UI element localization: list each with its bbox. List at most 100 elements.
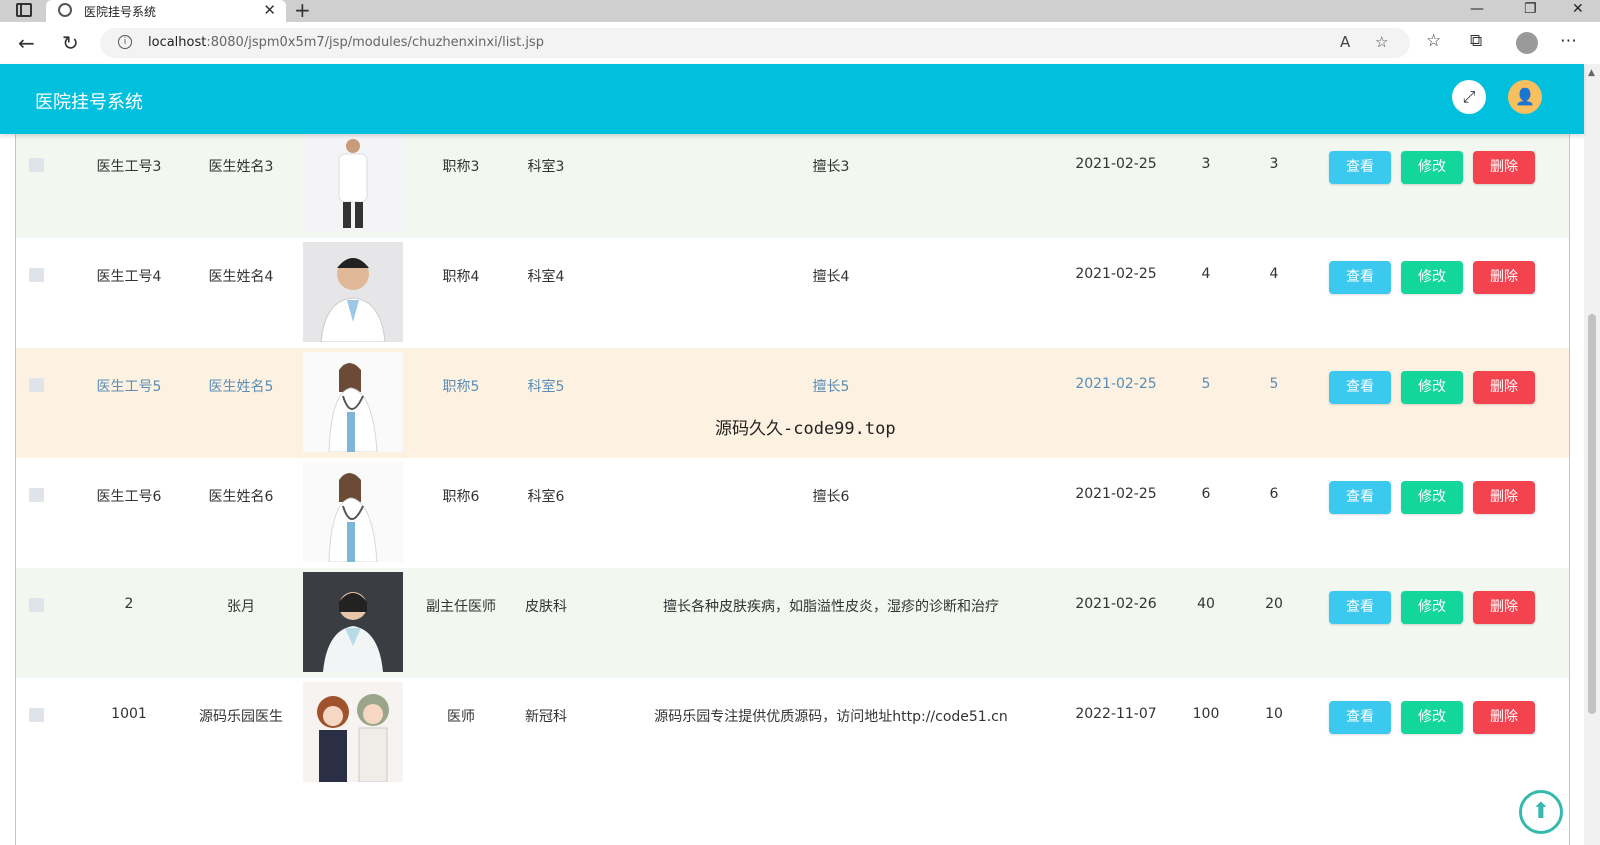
view-button[interactable]: 查看 — [1329, 701, 1391, 734]
count-2: 10 — [1265, 706, 1283, 722]
delete-button[interactable]: 删除 — [1473, 371, 1535, 404]
doctor-specialty: 擅长3 — [812, 159, 850, 175]
tab-actions-icon[interactable] — [16, 3, 32, 17]
count-1: 5 — [1201, 376, 1211, 392]
row-checkbox[interactable] — [29, 488, 44, 502]
edit-button[interactable]: 修改 — [1401, 591, 1463, 624]
table-row: 医生工号4 医生姓名4 职称4 科室4 擅长4 2021-02-25 4 4 查… — [16, 238, 1569, 348]
doctor-department: 科室6 — [527, 489, 565, 505]
doctor-id: 医生工号5 — [96, 379, 162, 395]
doctor-photo-image — [303, 242, 403, 342]
doctor-department: 科室5 — [527, 379, 565, 395]
doctor-specialty: 源码乐园专注提供优质源码，访问地址http://code51.cn — [654, 709, 1008, 725]
row-checkbox[interactable] — [29, 598, 44, 612]
doctor-photo-image — [303, 572, 403, 672]
back-to-top-icon[interactable]: ⬆ — [1519, 790, 1563, 834]
scrollbar[interactable]: ▲ — [1584, 64, 1600, 845]
doctor-title: 副主任医师 — [426, 599, 496, 615]
doctor-department: 科室3 — [527, 159, 565, 175]
count-1: 100 — [1192, 706, 1220, 722]
reload-icon[interactable]: ↻ — [62, 31, 79, 55]
row-checkbox[interactable] — [29, 708, 44, 722]
doctor-department: 科室4 — [527, 269, 565, 285]
edit-button[interactable]: 修改 — [1401, 481, 1463, 514]
favorites-icon[interactable]: ☆ — [1426, 31, 1441, 51]
tab-close-icon[interactable]: ✕ — [263, 1, 276, 19]
doctor-photo — [303, 682, 403, 782]
view-button[interactable]: 查看 — [1329, 151, 1391, 184]
doctor-photo — [303, 242, 403, 342]
scroll-up-icon[interactable]: ▲ — [1588, 68, 1595, 78]
count-2: 3 — [1269, 156, 1279, 172]
view-button[interactable]: 查看 — [1329, 591, 1391, 624]
row-checkbox[interactable] — [29, 378, 44, 392]
restore-icon[interactable]: ❐ — [1524, 1, 1537, 17]
doctor-name: 医生姓名6 — [208, 489, 274, 505]
doctor-specialty: 擅长6 — [812, 489, 850, 505]
add-favorite-icon[interactable]: ☆ — [1375, 33, 1388, 51]
fullscreen-icon[interactable]: ⤢ — [1452, 80, 1486, 114]
content-area: 医生工号2 医生姓名2 职称2 科室2 擅长2 2021-02-25 2 2 查… — [0, 64, 1584, 845]
table-row: 2 张月 副主任医师 皮肤科 擅长各种皮肤疾病，如脂溢性皮炎，湿疹的诊断和治疗 … — [16, 568, 1569, 678]
doctor-id: 2 — [124, 596, 134, 612]
view-button[interactable]: 查看 — [1329, 261, 1391, 294]
doctor-department: 新冠科 — [525, 709, 567, 725]
count-1: 4 — [1201, 266, 1211, 282]
date: 2021-02-25 — [1075, 156, 1157, 172]
doctor-title: 职称6 — [442, 489, 480, 505]
row-checkbox[interactable] — [29, 268, 44, 282]
edit-button[interactable]: 修改 — [1401, 371, 1463, 404]
doctor-id: 1001 — [111, 706, 147, 722]
count-1: 6 — [1201, 486, 1211, 502]
count-1: 3 — [1201, 156, 1211, 172]
edit-button[interactable]: 修改 — [1401, 261, 1463, 294]
view-button[interactable]: 查看 — [1329, 481, 1391, 514]
count-2: 20 — [1265, 596, 1283, 612]
doctor-photo — [303, 132, 403, 232]
table-row: 医生工号5 医生姓名5 职称5 科室5 擅长5 2021-02-25 5 5 查… — [16, 348, 1569, 458]
scroll-thumb[interactable] — [1588, 314, 1596, 714]
doctor-id: 医生工号4 — [96, 269, 162, 285]
delete-button[interactable]: 删除 — [1473, 701, 1535, 734]
doctor-id: 医生工号6 — [96, 489, 162, 505]
table-body: 医生工号2 医生姓名2 职称2 科室2 擅长2 2021-02-25 2 2 查… — [16, 64, 1569, 788]
doctor-photo-image — [303, 352, 403, 452]
doctor-photo — [303, 352, 403, 452]
url-text: localhost:8080/jspm0x5m7/jsp/modules/chu… — [148, 35, 544, 50]
browser-tab-bar: 医院挂号系统 ✕ + — ❐ ✕ — [0, 0, 1600, 22]
app-header: 医院挂号系统 ⤢ 👤 — [0, 64, 1584, 134]
doctor-title: 职称3 — [442, 159, 480, 175]
address-bar[interactable]: i localhost:8080/jspm0x5m7/jsp/modules/c… — [100, 28, 1410, 58]
date: 2022-11-07 — [1075, 706, 1157, 722]
user-avatar-icon[interactable]: 👤 — [1508, 80, 1542, 114]
delete-button[interactable]: 删除 — [1473, 591, 1535, 624]
site-info-icon[interactable]: i — [118, 35, 132, 49]
browser-toolbar: ← ↻ i localhost:8080/jspm0x5m7/jsp/modul… — [0, 22, 1600, 64]
more-icon[interactable]: ⋯ — [1560, 31, 1577, 51]
browser-profile-icon[interactable] — [1516, 32, 1538, 54]
doctor-specialty: 擅长4 — [812, 269, 850, 285]
row-checkbox[interactable] — [29, 158, 44, 172]
doctor-id: 医生工号3 — [96, 159, 162, 175]
back-arrow-icon[interactable]: ← — [18, 31, 35, 55]
new-tab-icon[interactable]: + — [294, 0, 311, 22]
window-close-icon[interactable]: ✕ — [1572, 1, 1584, 17]
watermark-text: 源码久久-code99.top — [715, 419, 896, 439]
doctor-specialty: 擅长各种皮肤疾病，如脂溢性皮炎，湿疹的诊断和治疗 — [663, 599, 999, 615]
date: 2021-02-25 — [1075, 376, 1157, 392]
doctor-photo — [303, 462, 403, 562]
view-button[interactable]: 查看 — [1329, 371, 1391, 404]
edit-button[interactable]: 修改 — [1401, 151, 1463, 184]
delete-button[interactable]: 删除 — [1473, 151, 1535, 184]
minimize-icon[interactable]: — — [1470, 1, 1484, 17]
delete-button[interactable]: 删除 — [1473, 261, 1535, 294]
count-2: 5 — [1269, 376, 1279, 392]
delete-button[interactable]: 删除 — [1473, 481, 1535, 514]
browser-tab[interactable]: 医院挂号系统 ✕ — [46, 0, 286, 22]
edit-button[interactable]: 修改 — [1401, 701, 1463, 734]
read-aloud-icon[interactable]: A — [1340, 33, 1350, 51]
doctor-photo — [303, 572, 403, 672]
doctor-department: 皮肤科 — [525, 599, 567, 615]
collections-icon[interactable]: ⧉ — [1470, 31, 1482, 51]
doctor-name: 源码乐园医生 — [199, 709, 283, 725]
